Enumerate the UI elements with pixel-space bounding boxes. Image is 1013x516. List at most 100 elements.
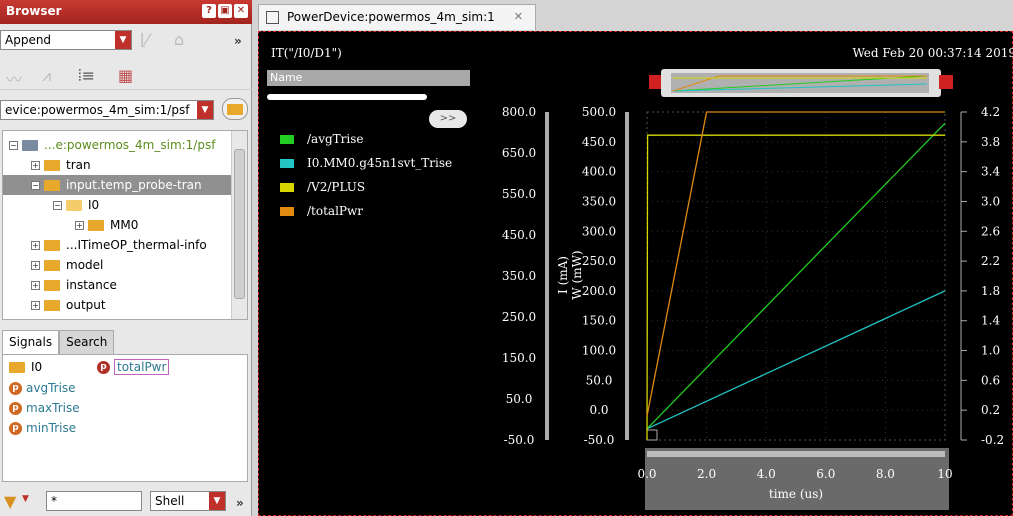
- expand-icon[interactable]: +: [31, 301, 40, 310]
- tree-row-label: output: [66, 298, 106, 312]
- tree-row[interactable]: + tran: [3, 155, 231, 175]
- wave-icon[interactable]: 〰: [6, 66, 22, 90]
- signal-folder-item[interactable]: I0: [9, 360, 42, 374]
- x-tick-label: 8.0: [876, 467, 895, 481]
- filter-input[interactable]: *: [46, 491, 142, 511]
- window-icon: [266, 11, 279, 24]
- restore-icon[interactable]: ▣: [218, 4, 232, 18]
- play-icon: [646, 429, 658, 441]
- more-icon[interactable]: »: [236, 496, 244, 510]
- tree-row[interactable]: − input.temp_probe-tran: [3, 175, 231, 195]
- tree-row-label: I0: [88, 198, 100, 212]
- funnel-icon[interactable]: ▼: [4, 492, 16, 511]
- collapse-icon[interactable]: −: [9, 141, 18, 150]
- tree-row[interactable]: + instance: [3, 275, 231, 295]
- series-line: [646, 122, 946, 430]
- x-tick-label: 0.0: [637, 467, 656, 481]
- chevron-down-icon[interactable]: ▼: [197, 101, 213, 119]
- append-select[interactable]: Append ▼: [0, 30, 132, 50]
- expand-icon[interactable]: +: [31, 261, 40, 270]
- tree-row-label: model: [66, 258, 104, 272]
- tree-row[interactable]: − ...e:powermos_4m_sim:1/psf: [3, 135, 231, 155]
- overview-right-arrow-icon[interactable]: [939, 75, 953, 89]
- expand-icon[interactable]: +: [31, 161, 40, 170]
- close-tab-icon[interactable]: ✕: [514, 10, 523, 23]
- tree-row[interactable]: + output: [3, 295, 231, 315]
- more-icon[interactable]: »: [234, 34, 242, 48]
- chevron-down-icon[interactable]: ▼: [115, 31, 131, 49]
- grid-icon[interactable]: ▦: [118, 66, 133, 85]
- shell-select[interactable]: Shell ▼: [150, 491, 226, 511]
- tool-row: 〰 ⩘ ⦙≡ ▦: [0, 60, 252, 90]
- axis-ruler-w: [625, 112, 629, 440]
- tab-signals[interactable]: Signals: [2, 330, 60, 354]
- x-tick-label: 10: [937, 467, 952, 481]
- tree-scrollbar[interactable]: [231, 131, 247, 319]
- expand-icon[interactable]: +: [31, 281, 40, 290]
- overview-left-arrow-icon[interactable]: [649, 75, 663, 89]
- x-tick-label: 2.0: [697, 467, 716, 481]
- open-folder-icon: [66, 200, 82, 211]
- signal-item-maxtrise[interactable]: p maxTrise: [9, 401, 80, 415]
- series-line: [646, 290, 946, 430]
- tick-label-i: 650.0: [502, 146, 536, 160]
- collapse-icon[interactable]: −: [31, 181, 40, 190]
- open-folder-button[interactable]: [222, 98, 248, 120]
- tree-row[interactable]: − I0: [3, 195, 231, 215]
- chevron-down-icon[interactable]: ▼: [209, 492, 225, 510]
- folder-icon: [44, 240, 60, 251]
- tick-label-w: 0.0: [589, 403, 608, 417]
- signal-item-mintrise[interactable]: p minTrise: [9, 421, 76, 435]
- tick-label-i: 250.0: [502, 310, 536, 324]
- tree-row[interactable]: + ...ITimeOP_thermal-info: [3, 235, 231, 255]
- help-icon[interactable]: ?: [202, 4, 216, 18]
- signal-folder-label: I0: [31, 360, 43, 374]
- path-row: evice:powermos_4m_sim:1/psf ▼: [0, 98, 252, 124]
- axis-label-i: I (mA): [556, 256, 570, 294]
- tick-label-right: -0.2: [981, 433, 1004, 447]
- tree-row[interactable]: + model: [3, 255, 231, 275]
- overview-strip[interactable]: [649, 69, 953, 97]
- signal-icon: p: [9, 382, 22, 395]
- browser-titlebar: Browser ? ▣ ✕: [0, 0, 252, 24]
- tab-title: PowerDevice:powermos_4m_sim:1: [287, 10, 495, 24]
- path-select[interactable]: evice:powermos_4m_sim:1/psf ▼: [0, 100, 214, 120]
- expand-icon[interactable]: +: [75, 221, 84, 230]
- tick-label-i: 350.0: [502, 269, 536, 283]
- tree-row[interactable]: + MM0: [3, 215, 231, 235]
- tick-label-w: 50.0: [586, 373, 613, 387]
- tree-scrollbar-thumb[interactable]: [234, 149, 245, 299]
- graph-icon[interactable]: ⌂: [174, 30, 184, 49]
- waveform-chart[interactable]: 800.0 650.0 550.0 450.0 350.0 250.0 150.0 50.0 -…: [259, 32, 1012, 515]
- chevron-down-icon[interactable]: ▼: [22, 494, 29, 504]
- signal-item-avgtrise[interactable]: p avgTrise: [9, 381, 76, 395]
- tab-search[interactable]: Search: [59, 330, 115, 354]
- list-icon[interactable]: ⦙≡: [78, 66, 95, 86]
- tick-label-w: 200.0: [582, 284, 616, 298]
- signal-item-totalpwr[interactable]: p totalPwr: [97, 359, 170, 375]
- collapse-icon[interactable]: −: [53, 201, 62, 210]
- x-axis-label: time (us): [769, 487, 823, 501]
- tick-label-right: 0.6: [981, 373, 1000, 387]
- tree-row-label: ...e:powermos_4m_sim:1/psf: [44, 138, 216, 152]
- tick-label-right: 1.4: [981, 314, 1000, 328]
- signal-label: maxTrise: [26, 401, 80, 415]
- filter-icon[interactable]: ⩘: [42, 66, 51, 86]
- plot-icon[interactable]: ⌊⁄: [140, 30, 149, 49]
- filter-value: *: [51, 494, 57, 508]
- close-icon[interactable]: ✕: [234, 4, 248, 18]
- tick-label-right: 1.0: [981, 344, 1000, 358]
- folder-icon: [44, 160, 60, 171]
- folder-icon: [227, 104, 243, 115]
- x-tick-label: 4.0: [757, 467, 776, 481]
- folder-icon: [9, 362, 25, 373]
- tick-label-right: 3.4: [981, 165, 1000, 179]
- axes: 800.0 650.0 550.0 450.0 350.0 250.0 150.0 50.0 -…: [502, 105, 1004, 510]
- tick-label-w: 100.0: [582, 344, 616, 358]
- tick-label-i: 450.0: [502, 228, 536, 242]
- folder-icon: [88, 220, 104, 231]
- axis-label-w: W (mW): [570, 250, 584, 299]
- tick-label-i: 800.0: [502, 105, 536, 119]
- tab-powerdevice[interactable]: PowerDevice:powermos_4m_sim:1 ✕: [258, 4, 536, 30]
- expand-icon[interactable]: +: [31, 241, 40, 250]
